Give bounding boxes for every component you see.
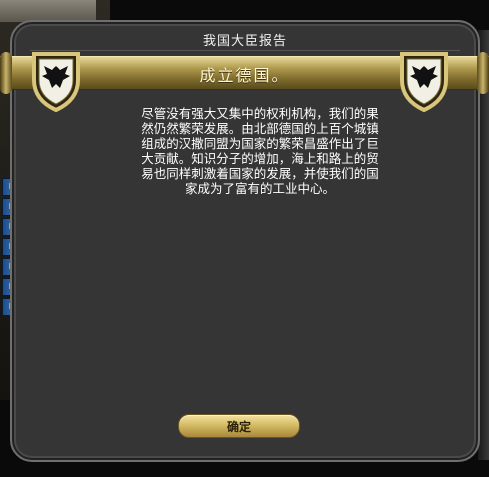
title-divider xyxy=(30,50,460,51)
confirm-button[interactable]: 确定 xyxy=(178,414,300,438)
dialog-title: 我国大臣报告 xyxy=(202,34,287,49)
eagle-shield-icon xyxy=(32,52,80,112)
eagle-shield-icon xyxy=(400,52,448,112)
report-body-text: 尽管没有强大又集中的权利机构，我们的果然仍然繁荣发展。由北部德国的上百个城镇组成… xyxy=(141,106,379,196)
confirm-button-label: 确定 xyxy=(226,420,251,434)
background-top-strip xyxy=(0,0,96,22)
